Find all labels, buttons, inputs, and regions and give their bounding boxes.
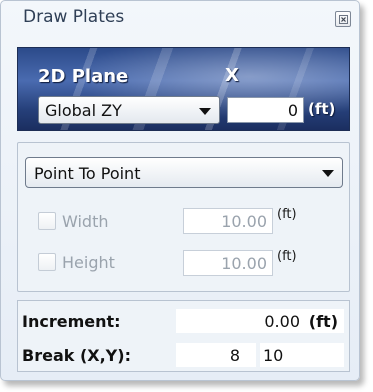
window-title: Draw Plates — [23, 7, 125, 27]
chevron-down-icon — [199, 108, 211, 115]
width-label: Width — [62, 212, 109, 231]
mode-panel: Point To Point Width 10.00 (ft) Height 1… — [17, 142, 350, 292]
height-checkbox[interactable] — [38, 253, 56, 271]
break-x-field[interactable]: 8 — [176, 343, 256, 367]
height-label: Height — [62, 253, 115, 272]
plane-panel: 2D Plane X Global ZY 0 (ft) — [17, 47, 350, 131]
chevron-down-icon — [322, 170, 334, 177]
width-checkbox[interactable] — [38, 212, 56, 230]
close-button[interactable] — [335, 11, 351, 27]
x-label: X — [225, 65, 239, 86]
draw-plates-window: Draw Plates 2D Plane X Global ZY 0 (ft) … — [0, 0, 360, 381]
increment-value: 0.00 — [264, 312, 300, 331]
increment-label: Increment: — [22, 312, 121, 331]
increment-field[interactable]: 0.00 (ft) — [176, 309, 344, 333]
plane-select-value: Global ZY — [45, 101, 122, 120]
break-y-value: 10 — [263, 346, 284, 365]
plane-label: 2D Plane — [38, 66, 129, 87]
break-label: Break (X,Y): — [22, 346, 131, 365]
plane-select[interactable]: Global ZY — [38, 96, 220, 124]
close-icon — [339, 15, 348, 24]
break-x-value: 8 — [229, 346, 240, 365]
increment-unit-label: (ft) — [308, 312, 338, 331]
width-field[interactable]: 10.00 — [183, 208, 273, 234]
break-y-field[interactable]: 10 — [260, 343, 344, 367]
draw-mode-value: Point To Point — [34, 164, 141, 183]
width-unit-label: (ft) — [277, 207, 297, 222]
height-field[interactable]: 10.00 — [183, 250, 273, 276]
increment-panel: Increment: 0.00 (ft) Break (X,Y): 8 10 — [17, 300, 350, 372]
height-unit-label: (ft) — [277, 249, 297, 264]
title-bar: Draw Plates — [1, 1, 359, 35]
draw-mode-select[interactable]: Point To Point — [25, 157, 343, 188]
x-value-input[interactable]: 0 — [227, 97, 304, 123]
x-unit-label: (ft) — [308, 100, 336, 118]
